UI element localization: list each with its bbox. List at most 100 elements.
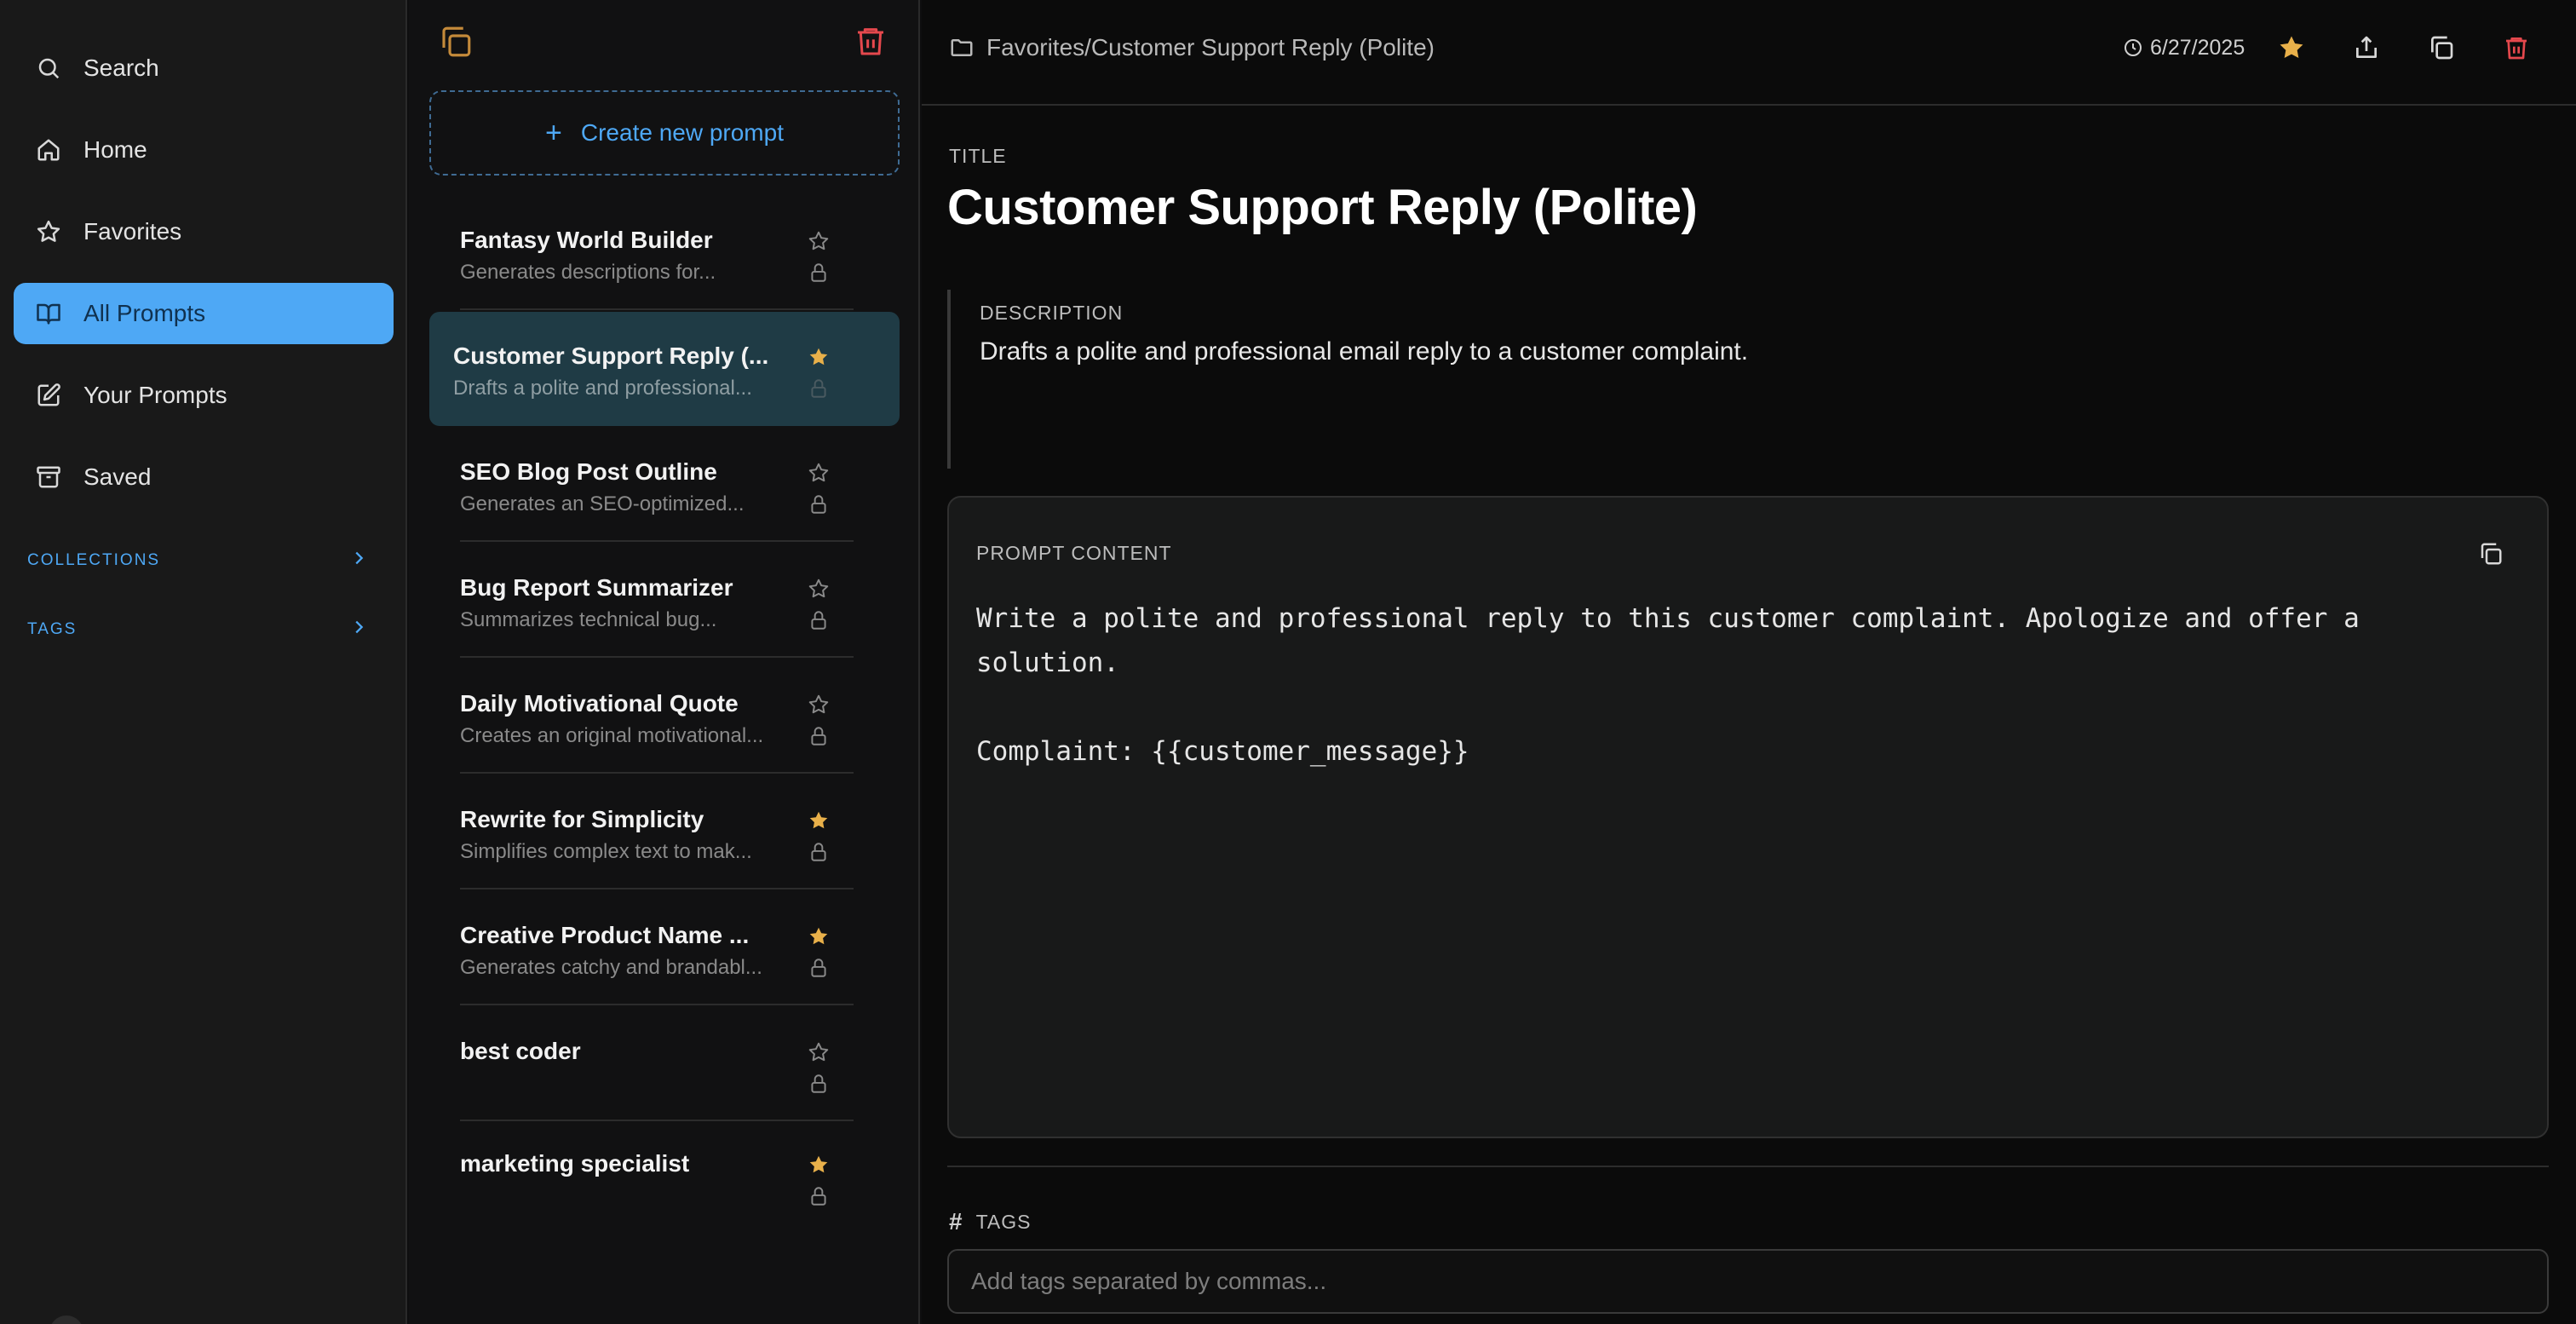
- sidebar: Search Home Favorites All Prompts Your P…: [0, 0, 407, 1324]
- prompt-item-title: SEO Blog Post Outline: [460, 458, 717, 485]
- description-label: DESCRIPTION: [980, 302, 1124, 324]
- prompt-item-description: Creates an original motivational...: [460, 724, 764, 747]
- prompt-list-item[interactable]: Rewrite for Simplicity Simplifies complex…: [460, 775, 854, 889]
- nav-item-label: Your Prompts: [83, 382, 227, 408]
- nav-item-favorites[interactable]: Favorites: [14, 201, 394, 262]
- hash-icon: #: [949, 1208, 963, 1235]
- prompt-list-item[interactable]: Creative Product Name ... Generates catch…: [460, 891, 854, 1005]
- lock-icon: [808, 724, 830, 748]
- collections-section[interactable]: COLLECTIONS: [27, 544, 368, 578]
- chevron-right-icon: [349, 549, 368, 573]
- prompt-list-item[interactable]: Daily Motivational Quote Creates an origi…: [460, 659, 854, 774]
- star-filled-icon[interactable]: [808, 925, 830, 947]
- nav-item-home[interactable]: Home: [14, 119, 394, 181]
- prompt-content-text[interactable]: Write a polite and professional reply to…: [976, 596, 2493, 774]
- nav-item-all-prompts[interactable]: All Prompts: [14, 283, 394, 344]
- prompt-item-title: Customer Support Reply (...: [453, 343, 769, 369]
- lock-icon: [808, 840, 830, 864]
- lock-icon: [808, 608, 830, 632]
- breadcrumb-text: Favorites/Customer Support Reply (Polite…: [986, 34, 1435, 60]
- prompt-item-description: Drafts a polite and professional...: [453, 377, 752, 400]
- nav-item-label: Saved: [83, 463, 152, 490]
- prompt-item-description: Generates descriptions for...: [460, 261, 716, 284]
- delete-button[interactable]: [2499, 32, 2533, 66]
- content-label: PROMPT CONTENT: [976, 542, 1172, 564]
- share-button[interactable]: [2349, 32, 2383, 66]
- prompt-item-title: Rewrite for Simplicity: [460, 806, 704, 832]
- duplicate-button[interactable]: [2424, 32, 2458, 66]
- avatar[interactable]: [49, 1315, 83, 1324]
- list-toolbar: [409, 24, 920, 65]
- collections-label: COLLECTIONS: [27, 551, 161, 569]
- prompt-item-title: best coder: [460, 1038, 581, 1064]
- star-filled-icon: [2277, 33, 2306, 66]
- star-icon[interactable]: [808, 578, 830, 600]
- prompt-content-card: PROMPT CONTENT Write a polite and profes…: [947, 496, 2549, 1138]
- plus-icon: +: [545, 117, 562, 149]
- trash-icon: [2503, 34, 2530, 66]
- copy-icon: [2428, 34, 2455, 66]
- prompt-list-item[interactable]: Fantasy World Builder Generates descripti…: [460, 196, 854, 310]
- prompt-item-title: marketing specialist: [460, 1150, 690, 1177]
- star-filled-icon[interactable]: [808, 346, 830, 368]
- nav-item-label: Search: [83, 55, 159, 81]
- description-text[interactable]: Drafts a polite and professional email r…: [980, 337, 1748, 366]
- prompt-item-description: Summarizes technical bug...: [460, 608, 717, 631]
- lock-icon: [808, 1184, 830, 1208]
- prompt-list-item[interactable]: best coder: [460, 1007, 854, 1121]
- prompt-list-item[interactable]: marketing specialist: [460, 1120, 854, 1234]
- prompt-item-title: Creative Product Name ...: [460, 922, 750, 948]
- favorite-button[interactable]: [2274, 32, 2309, 66]
- prompt-item-description: Generates catchy and brandabl...: [460, 956, 762, 979]
- updated-date: 6/27/2025: [2123, 36, 2245, 60]
- star-icon[interactable]: [808, 230, 830, 252]
- nav-item-your-prompts[interactable]: Your Prompts: [14, 365, 394, 426]
- prompt-title[interactable]: Customer Support Reply (Polite): [947, 179, 1698, 236]
- prompt-item-title: Fantasy World Builder: [460, 227, 713, 253]
- create-prompt-button[interactable]: + Create new prompt: [429, 90, 900, 176]
- copy-content-button[interactable]: [2474, 538, 2508, 573]
- nav-item-label: Favorites: [83, 218, 182, 245]
- select-multiple-icon[interactable]: [438, 24, 474, 60]
- lock-icon: [808, 492, 830, 516]
- chevron-right-icon: [349, 618, 368, 642]
- nav-item-label: All Prompts: [83, 300, 206, 326]
- clock-icon: [2123, 37, 2145, 60]
- search-icon: [34, 54, 63, 83]
- lock-icon: [808, 261, 830, 285]
- nav-item-search[interactable]: Search: [14, 37, 394, 99]
- edit-icon: [34, 381, 63, 410]
- folder-icon: [949, 35, 975, 60]
- tags-section-label: TAGS: [27, 620, 78, 638]
- star-icon[interactable]: [808, 694, 830, 716]
- prompt-item-title: Daily Motivational Quote: [460, 690, 739, 717]
- tags-input[interactable]: [947, 1249, 2549, 1314]
- prompt-item-title: Bug Report Summarizer: [460, 574, 733, 601]
- star-filled-icon[interactable]: [808, 1154, 830, 1176]
- star-filled-icon[interactable]: [808, 809, 830, 832]
- title-label: TITLE: [949, 145, 1007, 167]
- date-text: 6/27/2025: [2150, 36, 2245, 60]
- prompt-item-description: Simplifies complex text to mak...: [460, 840, 752, 863]
- star-icon: [34, 217, 63, 246]
- prompt-list-item[interactable]: Customer Support Reply (... Drafts a poli…: [429, 312, 900, 426]
- tags-header: # TAGS: [949, 1208, 1032, 1235]
- description-block: DESCRIPTION Drafts a polite and professi…: [947, 290, 2549, 469]
- archive-icon: [34, 463, 63, 492]
- star-icon[interactable]: [808, 462, 830, 484]
- book-open-icon: [34, 299, 63, 328]
- home-icon: [34, 135, 63, 164]
- tags-label: TAGS: [975, 1210, 1032, 1233]
- breadcrumb: Favorites/Customer Support Reply (Polite…: [949, 34, 1435, 61]
- tags-section[interactable]: TAGS: [27, 613, 368, 647]
- lock-icon: [808, 377, 830, 400]
- nav-item-saved[interactable]: Saved: [14, 446, 394, 508]
- star-icon[interactable]: [808, 1041, 830, 1063]
- prompt-detail: Favorites/Customer Support Reply (Polite…: [922, 0, 2576, 1324]
- prompt-item-description: Generates an SEO-optimized...: [460, 492, 745, 515]
- divider: [947, 1166, 2549, 1167]
- prompt-list-item[interactable]: SEO Blog Post Outline Generates an SEO-op…: [460, 428, 854, 542]
- prompt-list-item[interactable]: Bug Report Summarizer Summarizes technica…: [460, 544, 854, 658]
- trash-icon[interactable]: [854, 24, 889, 60]
- copy-icon: [2478, 541, 2504, 571]
